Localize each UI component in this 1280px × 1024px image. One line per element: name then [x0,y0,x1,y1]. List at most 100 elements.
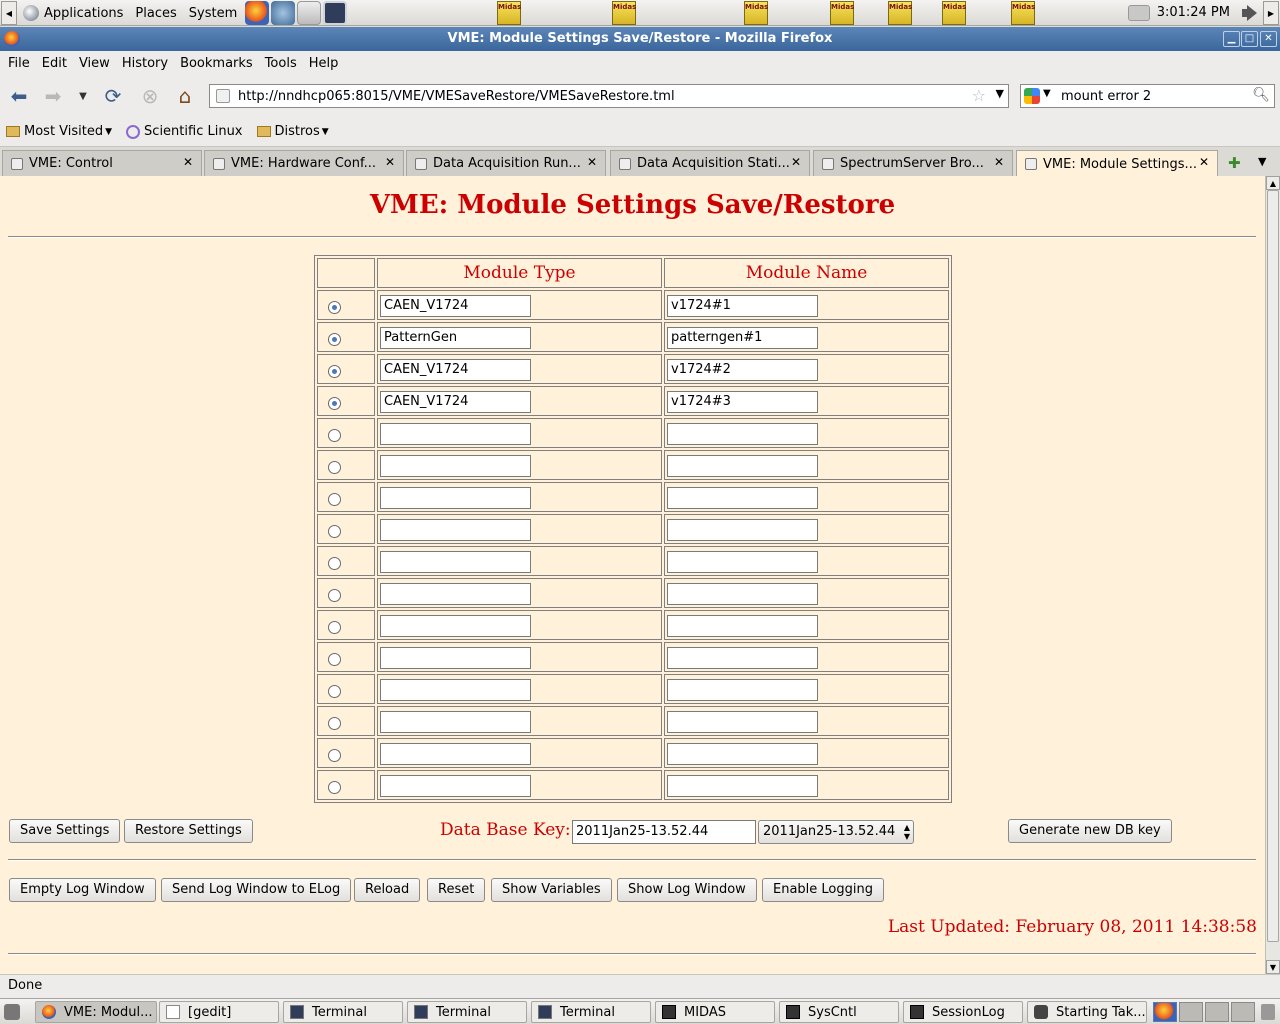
history-dropdown-icon[interactable]: ▼ [70,84,96,108]
module-type-input[interactable] [380,679,531,701]
new-tab-icon[interactable]: ✚ [1228,154,1241,172]
module-type-input[interactable] [380,423,531,445]
row-select-radio[interactable] [328,397,341,410]
module-type-input[interactable] [380,647,531,669]
menu-tools[interactable]: Tools [259,56,303,71]
module-name-input[interactable] [667,423,818,445]
row-select-radio[interactable] [328,493,341,506]
taskbar-button[interactable]: Terminal [407,1001,527,1023]
clock[interactable]: 3:01:24 PM [1157,0,1230,26]
taskbar-button[interactable]: MIDAS [655,1001,775,1023]
home-icon[interactable]: ⌂ [172,84,198,108]
taskbar-button[interactable]: [gedit] [159,1001,279,1023]
system-menu[interactable]: System [183,0,243,26]
module-type-input[interactable]: CAEN_V1724 [380,295,531,317]
module-name-input[interactable] [667,551,818,573]
scroll-up-icon[interactable]: ▲ [1266,176,1280,190]
taskbar-button[interactable]: Starting Tak... [1027,1001,1147,1023]
tab-hardware-config[interactable]: VME: Hardware Conf... ✕ [204,150,404,176]
module-type-input[interactable] [380,743,531,765]
workspace-2[interactable] [1179,1002,1203,1022]
module-type-input[interactable]: CAEN_V1724 [380,391,531,413]
module-type-input[interactable] [380,583,531,605]
module-name-input[interactable] [667,743,818,765]
panel-hide-right-button[interactable]: ▶ [1263,1,1279,25]
firefox-icon[interactable] [4,31,20,47]
close-tab-icon[interactable]: ✕ [183,155,193,169]
tab-spectrumserver[interactable]: SpectrumServer Bro... ✕ [813,150,1013,176]
midas-launcher-icon[interactable]: Midas [1011,1,1035,25]
tab-module-settings[interactable]: VME: Module Settings... ✕ [1016,150,1218,177]
search-engine-dropdown-icon[interactable]: ▼ [1043,88,1051,99]
taskbar-button[interactable]: Terminal [531,1001,651,1023]
url-bar[interactable]: http://nndhcp065:8015/VME/VMESaveRestore… [209,84,1009,108]
row-select-radio[interactable] [328,525,341,538]
tab-data-acquisition-status[interactable]: Data Acquisition Stati... ✕ [610,150,810,176]
bookmark-most-visited[interactable]: Most Visited ▼ [6,124,112,139]
module-name-input[interactable]: v1724#1 [667,295,818,317]
module-name-input[interactable]: v1724#3 [667,391,818,413]
row-select-radio[interactable] [328,781,341,794]
midas-launcher-icon[interactable]: Midas [888,1,912,25]
show-log-window-button[interactable]: Show Log Window [617,878,757,902]
search-bar[interactable]: ▼ mount error 2 🔍︎ [1020,84,1275,108]
row-select-radio[interactable] [328,429,341,442]
forward-icon[interactable]: ➡ [40,84,66,108]
row-select-radio[interactable] [328,749,341,762]
panel-hide-left-button[interactable]: ◀ [1,1,17,25]
module-type-input[interactable] [380,775,531,797]
firefox-launcher-icon[interactable] [245,1,270,25]
stop-icon[interactable]: ⊗ [137,84,163,108]
module-type-input[interactable] [380,615,531,637]
tab-vme-control[interactable]: VME: Control ✕ [2,150,202,176]
row-select-radio[interactable] [328,365,341,378]
close-icon[interactable]: ✕ [1260,31,1277,47]
send-log-to-elog-button[interactable]: Send Log Window to ELog [161,878,352,902]
dbkey-select[interactable]: 2011Jan25-13.52.44 ▲ ▼ [758,820,914,844]
trash-icon[interactable] [1261,1004,1275,1020]
show-desktop-icon[interactable] [4,1004,20,1020]
bookmark-distros[interactable]: Distros ▼ [256,124,329,139]
module-type-input[interactable] [380,551,531,573]
applications-menu[interactable]: Applications [17,0,129,26]
module-name-input[interactable] [667,487,818,509]
module-type-input[interactable]: PatternGen [380,327,531,349]
show-variables-button[interactable]: Show Variables [491,878,612,902]
terminal-launcher-icon[interactable] [323,1,348,25]
enable-logging-button[interactable]: Enable Logging [762,878,884,902]
close-tab-icon[interactable]: ✕ [1199,155,1209,169]
row-select-radio[interactable] [328,589,341,602]
midas-launcher-icon[interactable]: Midas [497,1,521,25]
module-name-input[interactable] [667,583,818,605]
midas-launcher-icon[interactable]: Midas [830,1,854,25]
module-name-input[interactable] [667,711,818,733]
taskbar-button[interactable]: SysCntl [779,1001,899,1023]
taskbar-button[interactable]: Terminal [283,1001,403,1023]
module-name-input[interactable] [667,455,818,477]
generate-db-key-button[interactable]: Generate new DB key [1008,819,1172,843]
dbkey-input[interactable]: 2011Jan25-13.52.44 [572,820,756,844]
menu-edit[interactable]: Edit [36,56,73,71]
menu-file[interactable]: File [2,56,36,71]
restore-settings-button[interactable]: Restore Settings [124,819,253,843]
minimize-icon[interactable]: ▁ [1223,31,1240,47]
back-icon[interactable]: ⬅ [6,84,32,108]
midas-launcher-icon[interactable]: Midas [744,1,768,25]
reset-button[interactable]: Reset [427,878,486,902]
module-name-input[interactable]: v1724#2 [667,359,818,381]
row-select-radio[interactable] [328,717,341,730]
empty-log-window-button[interactable]: Empty Log Window [9,878,156,902]
module-type-input[interactable] [380,487,531,509]
scroll-down-icon[interactable]: ▼ [1266,960,1280,974]
network-launcher-icon[interactable] [271,1,296,25]
tab-list-icon[interactable]: ▼ [1258,155,1266,168]
row-select-radio[interactable] [328,685,341,698]
url-dropdown-icon[interactable]: ▼ [996,87,1004,100]
reload-icon[interactable]: ⟳ [100,84,126,108]
module-name-input[interactable]: patterngen#1 [667,327,818,349]
search-icon[interactable]: 🔍︎ [1252,87,1270,103]
menu-view[interactable]: View [73,56,116,71]
tab-data-acquisition-run[interactable]: Data Acquisition Run... ✕ [406,150,606,176]
close-tab-icon[interactable]: ✕ [791,155,801,169]
menu-bookmarks[interactable]: Bookmarks [174,56,259,71]
